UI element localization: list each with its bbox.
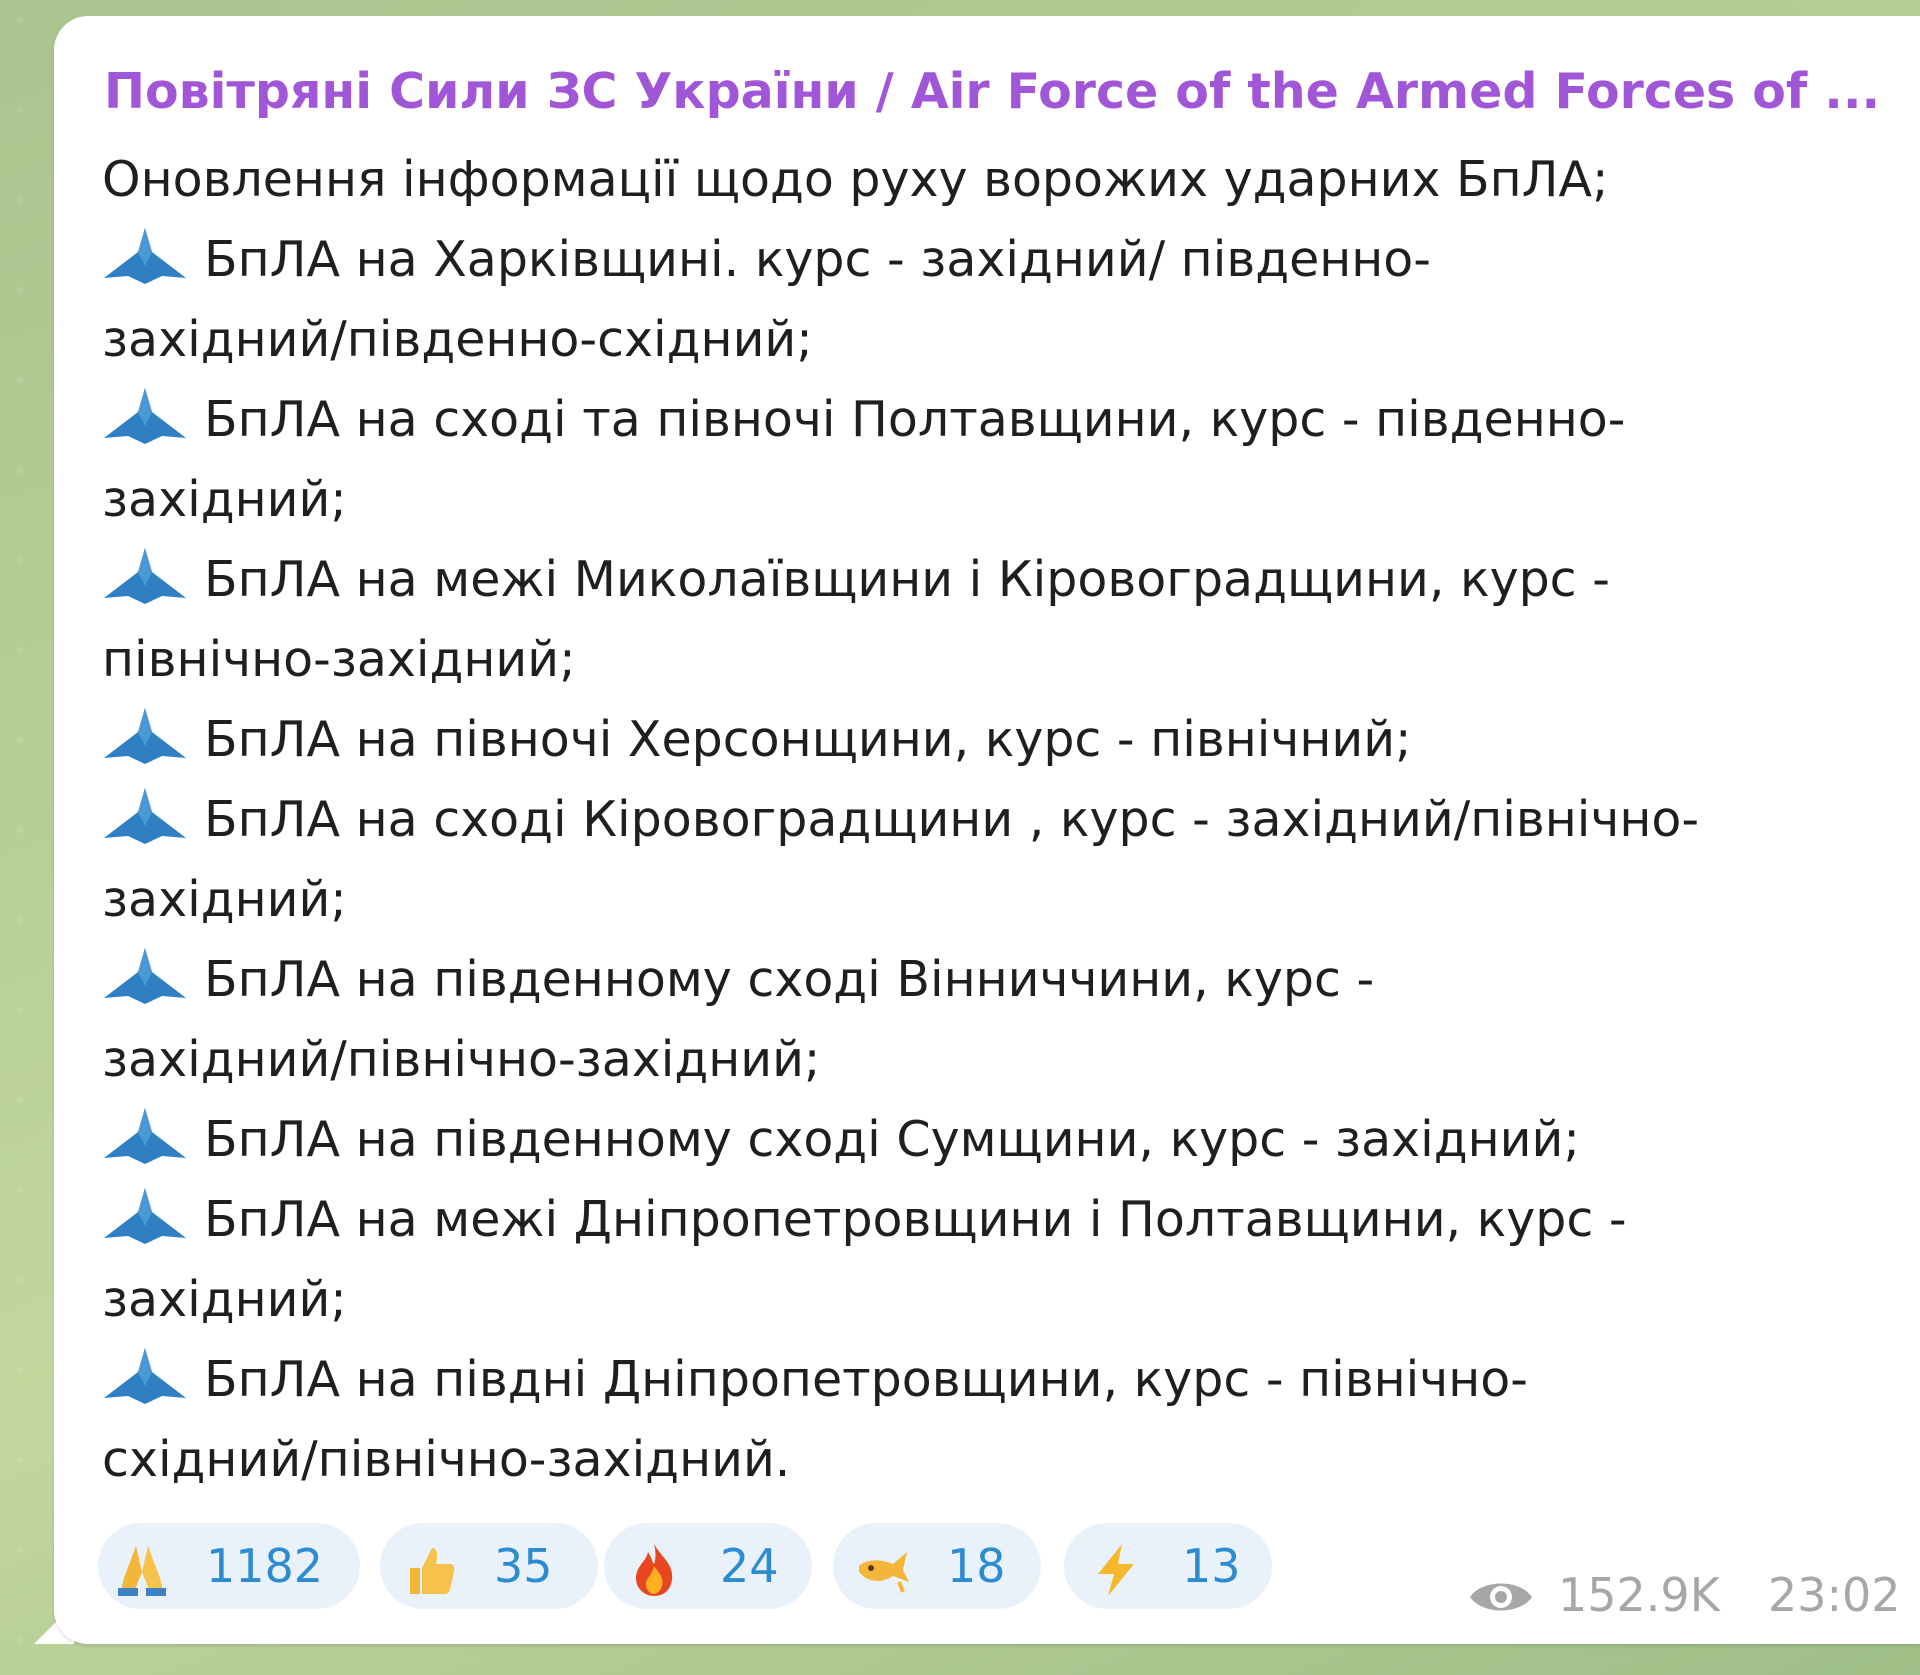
- drone-icon: [102, 1346, 188, 1406]
- message-line: північно-західний;: [102, 620, 1892, 700]
- views-count: 152.9K: [1558, 1568, 1720, 1622]
- drone-icon: [102, 226, 188, 286]
- reaction-count: 24: [720, 1539, 779, 1593]
- drone-icon: [102, 946, 188, 1006]
- message-line-text: західний;: [102, 1271, 347, 1328]
- message-line: західний/північно-західний;: [102, 1020, 1892, 1100]
- channel-name[interactable]: Повітряні Сили ЗС України / Air Force of…: [104, 62, 1904, 122]
- lightning-icon: [1088, 1539, 1144, 1596]
- message-line: західний;: [102, 860, 1892, 940]
- message-line: східний/північно-західний.: [102, 1420, 1892, 1500]
- reaction-count: 13: [1182, 1539, 1241, 1593]
- message-line: західний/південно-східний;: [102, 300, 1892, 380]
- message-line-text: східний/північно-західний.: [102, 1431, 791, 1488]
- reaction-button[interactable]: 1182: [98, 1523, 360, 1609]
- message-line: БпЛА на Харківщині. курс - західний/ пів…: [102, 220, 1892, 300]
- message-line: БпЛА на південному сході Вінниччини, кур…: [102, 940, 1892, 1020]
- drone-icon: [102, 706, 188, 766]
- eye-icon: [1468, 1573, 1534, 1617]
- message-line-text: БпЛА на сході Кіровоградщини , курс - за…: [204, 791, 1700, 848]
- message-line-text: західний/південно-східний;: [102, 311, 813, 368]
- message-line-text: західний;: [102, 471, 347, 528]
- message-time: 23:02: [1768, 1568, 1901, 1622]
- drone-icon: [102, 386, 188, 446]
- message-line-text: БпЛА на межі Дніпропетровщини і Полтавщи…: [204, 1191, 1627, 1248]
- reaction-button[interactable]: 18: [833, 1523, 1041, 1609]
- message-line: західний;: [102, 460, 1892, 540]
- message-line-text: БпЛА на Харківщині. курс - західний/ пів…: [204, 231, 1431, 288]
- message-line: БпЛА на межі Миколаївщини і Кіровоградщи…: [102, 540, 1892, 620]
- message-line-text: БпЛА на півночі Херсонщини, курс - півні…: [204, 711, 1412, 768]
- message-line-text: західний;: [102, 871, 347, 928]
- message-line-text: БпЛА на півдні Дніпропетровщини, курс - …: [204, 1351, 1528, 1408]
- drone-icon: [102, 546, 188, 606]
- drone-icon: [102, 1186, 188, 1246]
- reaction-button[interactable]: 24: [604, 1523, 812, 1609]
- message-line: БпЛА на півночі Херсонщини, курс - півні…: [102, 700, 1892, 780]
- message-line-text: західний/північно-західний;: [102, 1031, 821, 1088]
- reaction-button[interactable]: 35: [380, 1523, 598, 1609]
- message-line: БпЛА на сході Кіровоградщини , курс - за…: [102, 780, 1892, 860]
- message-line: БпЛА на південному сході Сумщини, курс -…: [102, 1100, 1892, 1180]
- reaction-count: 35: [494, 1539, 553, 1593]
- whale-icon: [855, 1539, 911, 1595]
- reaction-count: 18: [947, 1539, 1006, 1593]
- message-text: Оновлення інформації щодо руху ворожих у…: [102, 140, 1892, 1500]
- fire-icon: [626, 1539, 682, 1596]
- message-line: Оновлення інформації щодо руху ворожих у…: [102, 140, 1892, 220]
- message-line: БпЛА на межі Дніпропетровщини і Полтавщи…: [102, 1180, 1892, 1260]
- message-line-text: БпЛА на сході та півночі Полтавщини, кур…: [204, 391, 1626, 448]
- drone-icon: [102, 786, 188, 846]
- message-line-text: БпЛА на південному сході Вінниччини, кур…: [204, 951, 1375, 1008]
- message-line-text: Оновлення інформації щодо руху ворожих у…: [102, 151, 1609, 208]
- message-line-text: БпЛА на південному сході Сумщини, курс -…: [204, 1111, 1580, 1168]
- message-line: західний;: [102, 1260, 1892, 1340]
- praying-hands-icon: [114, 1539, 170, 1596]
- thumbs-up-icon: [402, 1539, 458, 1595]
- reaction-count: 1182: [206, 1539, 324, 1593]
- message-line-text: північно-західний;: [102, 631, 576, 688]
- message-line: БпЛА на півдні Дніпропетровщини, курс - …: [102, 1340, 1892, 1420]
- message-line: БпЛА на сході та півночі Полтавщини, кур…: [102, 380, 1892, 460]
- message-meta: 152.9K 23:02: [1468, 1565, 1901, 1625]
- reaction-button[interactable]: 13: [1064, 1523, 1272, 1609]
- message-line-text: БпЛА на межі Миколаївщини і Кіровоградщи…: [204, 551, 1610, 608]
- drone-icon: [102, 1106, 188, 1166]
